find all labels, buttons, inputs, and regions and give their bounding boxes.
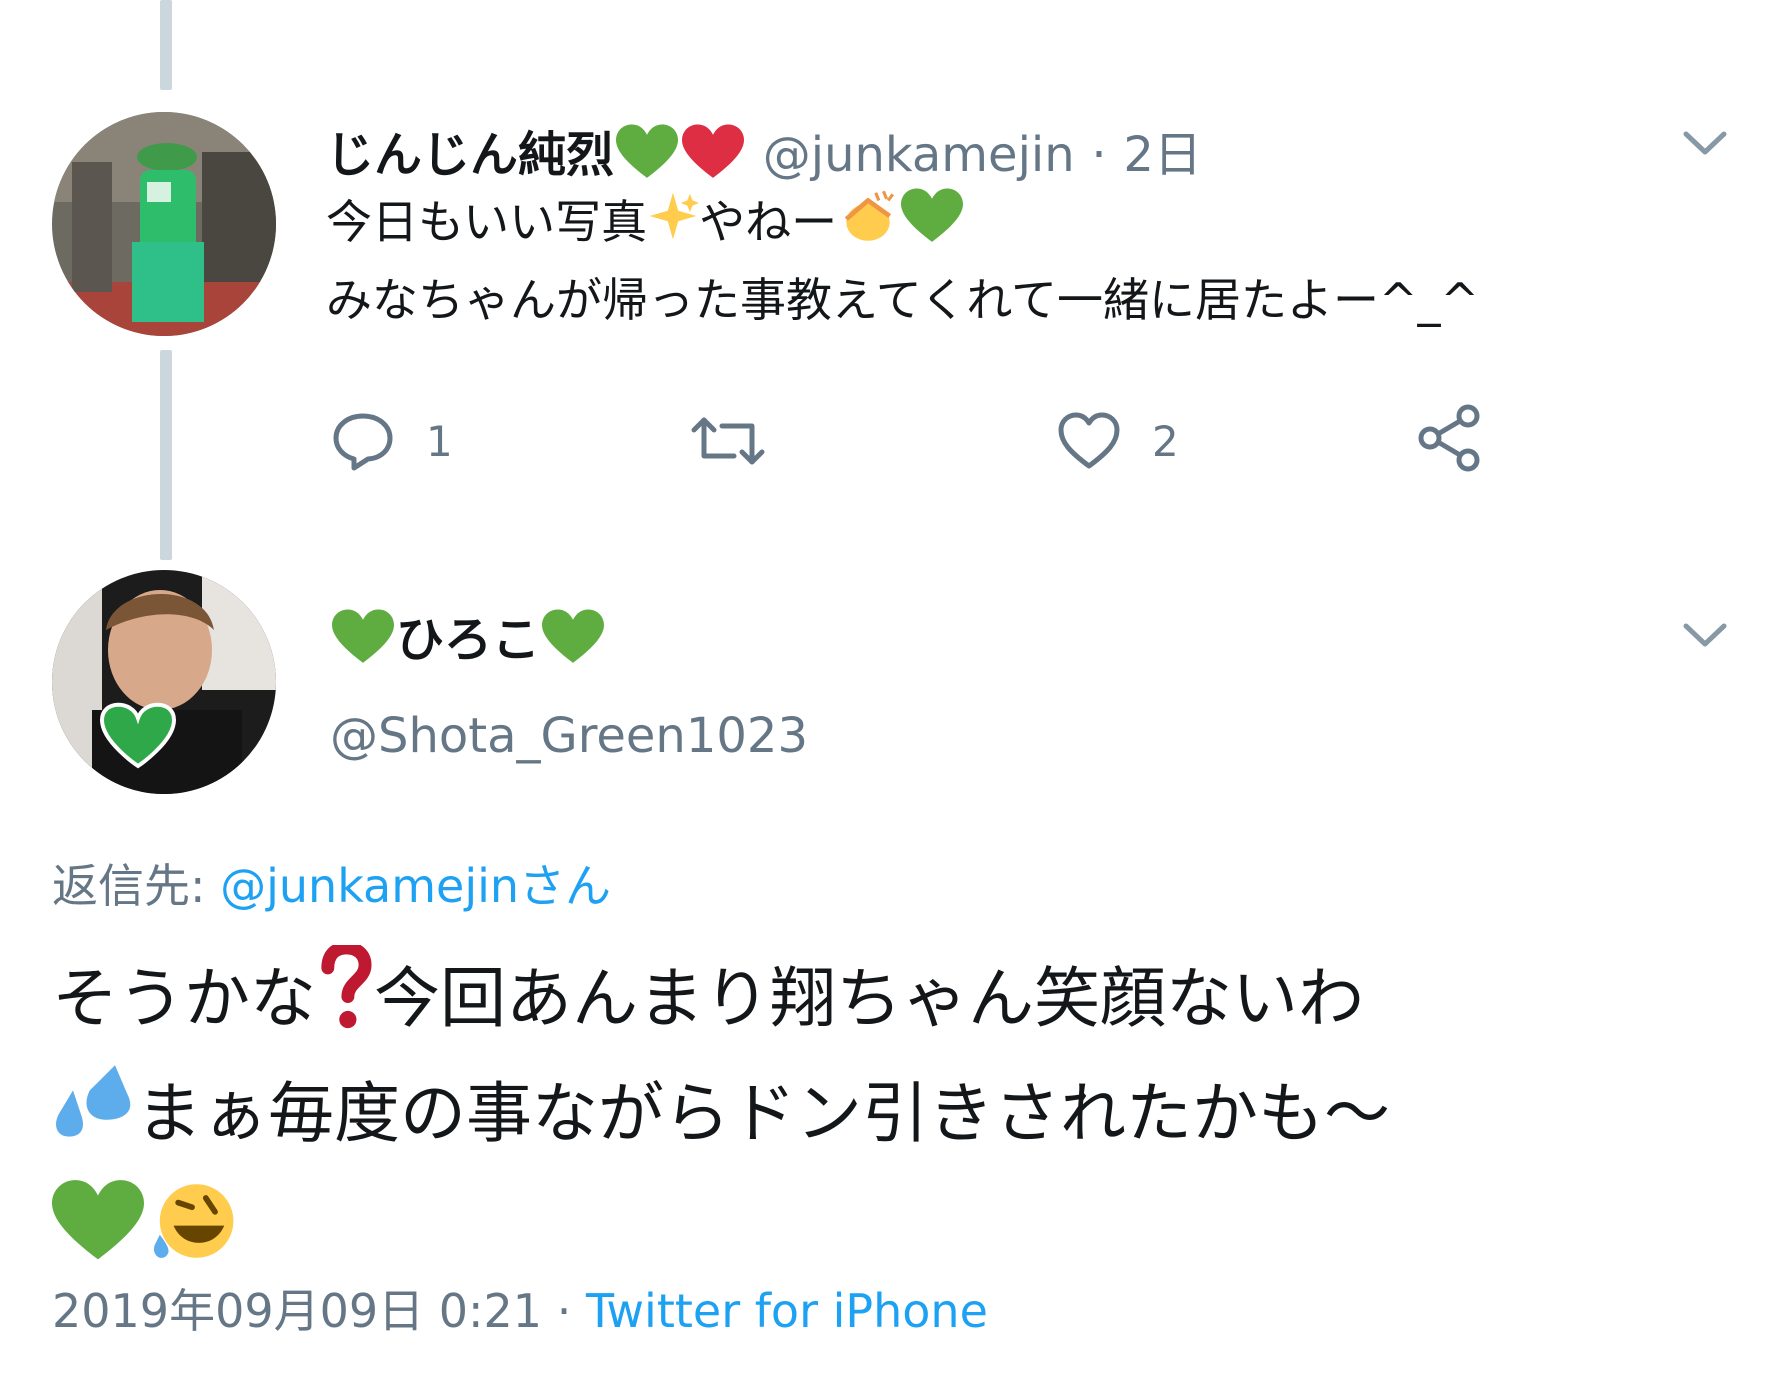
reply-to-mention[interactable]: @junkamejinさん xyxy=(220,859,611,913)
reply-to-line: 返信先: @junkamejinさん xyxy=(52,850,611,916)
tweet1-handle[interactable]: @junkamejin xyxy=(763,127,1075,183)
like-count: 2 xyxy=(1152,416,1179,466)
tweet-timestamp: 2019年09月09日 0:21 xyxy=(52,1284,543,1338)
tweet2-text-part2: 今回あんまり翔ちゃん笑顔ないわ xyxy=(374,960,1364,1038)
tweet1-line1-text2: やねー xyxy=(699,195,838,249)
red-heart-icon xyxy=(682,124,745,192)
tweet2-body: そうかな 今回あんまり翔ちゃん笑顔ないわまぁ毎度の事ながらドン引きされたかも〜 xyxy=(52,941,1722,1297)
avatar-junkamejin[interactable] xyxy=(52,112,276,336)
tweet1-body: 今日もいい写真 やねー みなちゃんが帰った事教えてくれて一緒に居たよー^_^ xyxy=(326,186,1479,336)
thread-line-top xyxy=(160,0,172,90)
thread-line-middle xyxy=(160,350,172,560)
tweet1-age[interactable]: 2日 xyxy=(1123,127,1202,183)
tweet1-line1-text: 今日もいい写真 xyxy=(326,195,648,249)
avatar-photo xyxy=(52,570,276,794)
retweet-action[interactable] xyxy=(690,410,766,472)
green-heart-icon xyxy=(616,124,679,192)
avatar-photo xyxy=(52,112,276,336)
tweet1-header: じんじん純烈 @junkamejin · 2日 xyxy=(326,115,1202,192)
heart-icon[interactable] xyxy=(1056,410,1122,472)
tweet2-display-name: ひろこ xyxy=(396,612,541,668)
meta-separator: · xyxy=(556,1284,572,1338)
sparkles-icon xyxy=(647,190,700,262)
green-heart-icon xyxy=(332,609,394,677)
avatar-shota-green[interactable] xyxy=(52,570,276,794)
tweet2-handle[interactable]: @Shota_Green1023 xyxy=(330,708,808,764)
retweet-icon[interactable] xyxy=(690,410,766,472)
tweet1-line1: 今日もいい写真 やねー xyxy=(326,186,1479,264)
green-heart-icon xyxy=(542,609,605,677)
chevron-down-icon[interactable] xyxy=(1682,620,1728,650)
tweet-meta: 2019年09月09日 0:21 · Twitter for iPhone xyxy=(52,1275,988,1341)
clapping-hands-icon xyxy=(837,188,899,264)
tweet2-text-part3: まぁ毎度の事ながらドン引きされたかも〜 xyxy=(136,1075,1390,1153)
sweat-droplets-icon xyxy=(52,1061,136,1175)
reply-count: 1 xyxy=(426,416,453,466)
tweet2-text-part1: そうかな xyxy=(52,960,316,1038)
share-icon[interactable] xyxy=(1416,404,1484,472)
reply-action[interactable]: 1 xyxy=(330,410,453,472)
like-action[interactable]: 2 xyxy=(1056,410,1179,472)
reply-to-label: 返信先: xyxy=(52,859,206,913)
green-heart-icon xyxy=(901,187,964,264)
tweet1-line2: みなちゃんが帰った事教えてくれて一緒に居たよー^_^ xyxy=(326,272,1480,327)
tweet2-display-name-row[interactable]: ひろこ xyxy=(330,600,606,677)
tweet1-display-name[interactable]: じんじん純烈 xyxy=(326,127,614,183)
tweet1-separator: · xyxy=(1091,127,1107,183)
share-action[interactable] xyxy=(1416,404,1484,472)
question-mark-icon xyxy=(316,941,374,1061)
tweet-source-link[interactable]: Twitter for iPhone xyxy=(586,1284,988,1338)
reply-icon[interactable] xyxy=(330,410,396,472)
chevron-down-icon[interactable] xyxy=(1682,128,1728,158)
